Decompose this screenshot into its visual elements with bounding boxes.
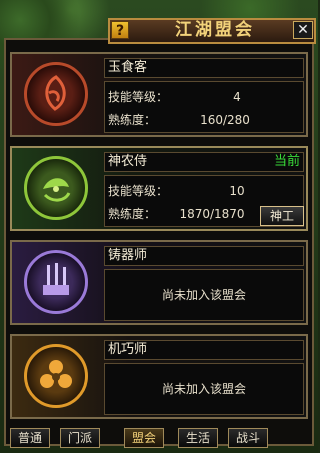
skill-level-value: 4	[233, 90, 241, 104]
window-title: 江湖盟会	[175, 20, 255, 40]
current-label: 当前	[273, 154, 300, 169]
proficiency-value: 1870/1870	[179, 207, 245, 221]
close-button[interactable]: ✕	[293, 21, 313, 39]
tab-guild[interactable]: 盟会	[124, 428, 164, 448]
proficiency-value: 160/280	[200, 113, 250, 127]
guild-card-zhuqishi[interactable]: 铸器师 尚未加入该盟会	[10, 240, 308, 325]
not-joined-message: 尚未加入该盟会	[161, 382, 246, 396]
guild-card-shennongshi[interactable]: 神农侍 当前 技能等级： 10 熟练度： 1870/1870 神工	[10, 146, 308, 231]
tab-sect[interactable]: 门派	[60, 428, 100, 448]
tab-normal[interactable]: 普通	[10, 428, 50, 448]
not-joined-message: 尚未加入该盟会	[161, 288, 246, 302]
mechanism-emblem-icon	[24, 344, 88, 408]
help-button[interactable]: ?	[111, 21, 129, 39]
forge-emblem-icon	[24, 250, 88, 314]
guild-name: 神农侍	[108, 154, 148, 169]
guild-name: 玉食客	[108, 60, 148, 75]
tab-combat[interactable]: 战斗	[228, 428, 268, 448]
herb-emblem-icon	[24, 156, 88, 220]
guild-name: 机巧师	[108, 342, 148, 357]
guild-card-yushike[interactable]: 玉食客 技能等级： 4 熟练度： 160/280	[10, 52, 308, 137]
skill-level-label: 技能等级：	[108, 90, 169, 104]
skill-level-label: 技能等级：	[108, 184, 169, 198]
skill-level-value: 10	[229, 184, 245, 198]
proficiency-label: 熟练度：	[108, 207, 157, 221]
guild-name: 铸器师	[108, 248, 148, 263]
guild-card-jiqiaoshi[interactable]: 机巧师 尚未加入该盟会	[10, 334, 308, 419]
proficiency-label: 熟练度：	[108, 113, 157, 127]
tab-life[interactable]: 生活	[178, 428, 218, 448]
cooking-emblem-icon	[24, 62, 88, 126]
shengong-button[interactable]: 神工	[260, 206, 304, 226]
